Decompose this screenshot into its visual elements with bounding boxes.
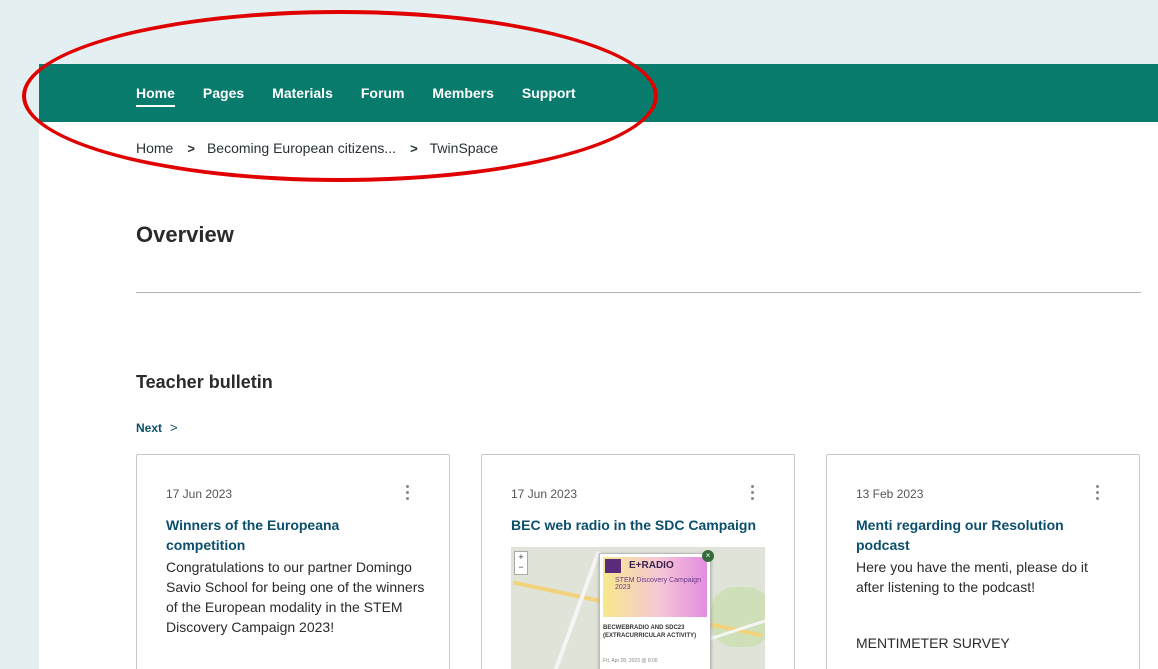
more-options-icon[interactable] (403, 485, 411, 503)
card-date: 17 Jun 2023 (511, 487, 578, 501)
divider (136, 292, 1141, 293)
card-date: 17 Jun 2023 (166, 487, 233, 501)
bulletin-card: 17 Jun 2023 Winners of the Europeana com… (136, 454, 450, 669)
card-body: Here you have the menti, please do it af… (856, 559, 1088, 595)
bulletin-card: 13 Feb 2023 Menti regarding our Resoluti… (826, 454, 1140, 669)
card-title[interactable]: Winners of the Europeana competition (166, 515, 416, 555)
chevron-right-icon: > (410, 140, 418, 156)
map-embed[interactable]: + − E+RADIO STEM Discovery Campaign 2023… (511, 547, 765, 669)
nav-pages[interactable]: Pages (203, 81, 244, 105)
chevron-right-icon: > (170, 420, 178, 435)
more-options-icon[interactable] (748, 485, 756, 503)
popup-date: Fri, Apr 28, 2023 @ 8:00 (603, 658, 658, 664)
section-title: Teacher bulletin (136, 372, 273, 392)
map-road (545, 550, 601, 669)
popup-subtitle: STEM Discovery Campaign 2023 (615, 577, 701, 591)
breadcrumb-home[interactable]: Home (136, 140, 173, 156)
nav-support[interactable]: Support (522, 81, 576, 105)
breadcrumb: Home > Becoming European citizens... > T… (136, 140, 498, 156)
map-zoom-control[interactable]: + − (514, 551, 528, 575)
card-title[interactable]: BEC web radio in the SDC Campaign (511, 515, 761, 535)
breadcrumb-project[interactable]: Becoming European citizens... (207, 140, 396, 156)
card-date: 13 Feb 2023 (856, 487, 924, 501)
nav-members[interactable]: Members (432, 81, 493, 105)
page-container: Home Pages Materials Forum Members Suppo… (39, 64, 1158, 669)
mentimeter-survey-link[interactable]: MENTIMETER SURVEY (856, 635, 1010, 651)
chevron-right-icon: > (187, 140, 195, 156)
nav-home[interactable]: Home (136, 81, 175, 107)
card-title[interactable]: Menti regarding our Resolution podcast (856, 515, 1106, 555)
map-popup: E+RADIO STEM Discovery Campaign 2023 BEC… (599, 550, 714, 669)
page-title: Overview (136, 222, 234, 247)
popup-brand: E+RADIO (629, 560, 674, 571)
popup-caption: BECWEBRADIO AND SDC23 (EXTRACURRICULAR A… (603, 625, 697, 639)
radio-logo-icon (605, 559, 621, 573)
card-body: Congratulations to our partner Domingo S… (166, 559, 425, 635)
next-link[interactable]: Next > (136, 420, 178, 435)
popup-banner-image: E+RADIO STEM Discovery Campaign 2023 (603, 557, 707, 617)
more-options-icon[interactable] (1093, 485, 1101, 503)
close-icon[interactable]: × (702, 550, 714, 562)
nav-materials[interactable]: Materials (272, 81, 333, 105)
top-navigation: Home Pages Materials Forum Members Suppo… (39, 64, 1158, 122)
map-park-area (711, 587, 765, 647)
next-label: Next (136, 420, 163, 435)
breadcrumb-current: TwinSpace (429, 140, 499, 156)
bulletin-card: 17 Jun 2023 BEC web radio in the SDC Cam… (481, 454, 795, 669)
zoom-out-button[interactable]: − (515, 562, 527, 572)
zoom-in-button[interactable]: + (515, 552, 527, 562)
nav-forum[interactable]: Forum (361, 81, 405, 105)
